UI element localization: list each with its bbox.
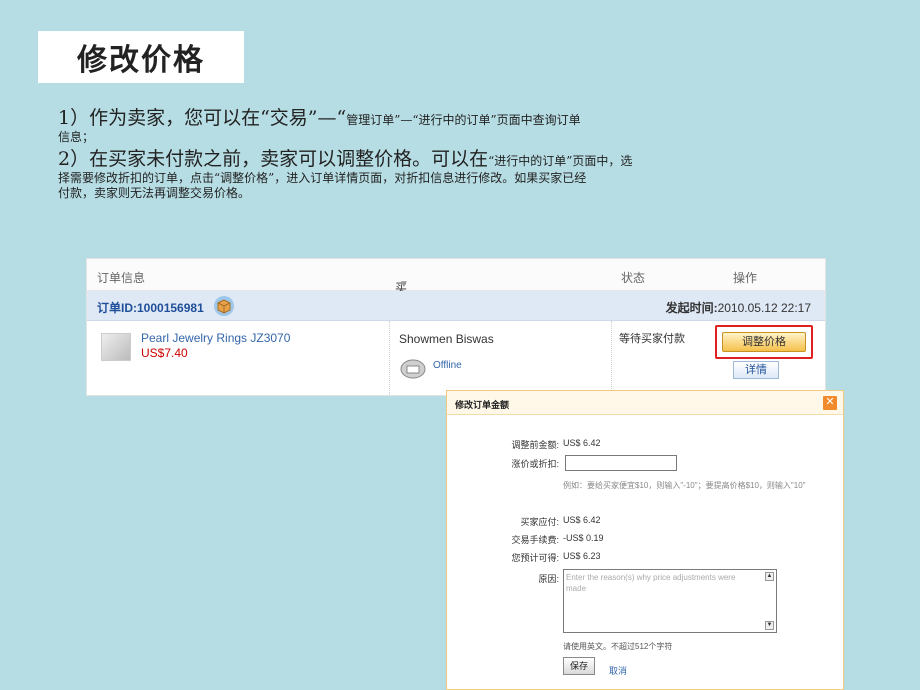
- paragraph-2: 2）在买家未付款之前，卖家可以调整价格。可以在“进行中的订单”页面中，选 择需要…: [58, 147, 878, 201]
- para1-main: 作为卖家，您可以在“交易”—“: [89, 107, 347, 129]
- divider: [389, 321, 390, 397]
- reason-textarea[interactable]: Enter the reason(s) why price adjustment…: [563, 569, 777, 633]
- cancel-link[interactable]: 取消: [609, 664, 627, 677]
- expected-value: US$ 6.23: [563, 551, 601, 561]
- order-id-label: 订单ID:: [97, 301, 137, 315]
- discount-input[interactable]: [565, 455, 677, 471]
- order-time: 发起时间:2010.05.12 22:17: [666, 299, 811, 316]
- product-name-link[interactable]: Pearl Jewelry Rings JZ3070: [141, 331, 290, 345]
- buyer-name: Showmen Biswas: [399, 332, 494, 346]
- para2-rest-2: 付款，卖家则无法再调整交易价格。: [58, 186, 251, 200]
- discount-example: 例如：要给买家便宜$10，则输入"-10"；要提高价格$10，则输入"10": [563, 481, 806, 490]
- product-price: US$7.40: [141, 346, 188, 360]
- table-header: 订单信息 买家▼ 状态 操作: [87, 259, 825, 312]
- fee-label: 交易手续费:: [511, 535, 559, 545]
- close-icon[interactable]: ✕: [823, 396, 837, 410]
- sort-caret-icon: ▼: [399, 279, 409, 290]
- slide-title: 修改价格: [77, 43, 205, 78]
- reason-placeholder: Enter the reason(s) why price adjustment…: [566, 573, 736, 593]
- para2-rest-1: 择需要修改折扣的订单，点击“调整价格”，进入订单详情页面，对折扣信息进行修改。如…: [58, 171, 587, 185]
- order-id: 订单ID:1000156981: [97, 299, 204, 316]
- slide-title-box: 修改价格: [38, 31, 244, 83]
- reason-label: 原因:: [538, 574, 559, 584]
- product-thumbnail[interactable]: [101, 333, 131, 361]
- order-time-label: 发起时间:: [665, 301, 718, 315]
- order-bar: 订单ID:1000156981 发起时间:2010.05.12 22:17: [87, 291, 825, 321]
- col-action: 操作: [733, 271, 758, 285]
- para1-number: 1）: [58, 107, 90, 129]
- scroll-down-icon[interactable]: ▼: [765, 621, 774, 630]
- paragraph-1: 1）作为卖家，您可以在“交易”—“管理订单”—“进行中的订单”页面中查询订单 信…: [58, 106, 878, 145]
- scroll-up-icon[interactable]: ▲: [765, 572, 774, 581]
- slide-intro: 1）作为卖家，您可以在“交易”—“管理订单”—“进行中的订单”页面中查询订单 信…: [58, 106, 878, 201]
- adjust-price-highlight: 调整价格: [715, 325, 813, 359]
- adjust-price-button[interactable]: 调整价格: [722, 332, 806, 352]
- order-id-value: 1000156981: [137, 301, 204, 315]
- chat-offline-icon[interactable]: [399, 357, 427, 382]
- para1-tail: 信息；: [58, 130, 95, 144]
- order-status: 等待买家付款: [619, 333, 685, 345]
- payable-value: US$ 6.42: [563, 515, 601, 525]
- expected-label: 您预计可得:: [511, 553, 559, 563]
- adjust-amount-dialog: 修改订单金额 ✕ 调整前金额: US$ 6.42 涨价或折扣: 例如：要给买家便…: [446, 390, 844, 690]
- save-button[interactable]: 保存: [563, 657, 595, 675]
- divider: [611, 321, 612, 397]
- discount-label: 涨价或折扣:: [511, 459, 559, 469]
- fee-value: -US$ 0.19: [563, 533, 604, 543]
- before-amount-label: 调整前金额:: [511, 440, 559, 450]
- dialog-title: 修改订单金额: [455, 400, 510, 410]
- buyer-online-status[interactable]: Offline: [433, 360, 462, 371]
- col-status: 状态: [621, 271, 646, 285]
- dialog-header: 修改订单金额 ✕: [447, 391, 843, 415]
- para2-small: “进行中的订单”页面中，选: [488, 154, 633, 168]
- detail-button[interactable]: 详情: [733, 361, 779, 379]
- order-table: 订单信息 买家▼ 状态 操作 订单ID:1000156981 发起时间:2010…: [86, 258, 826, 397]
- order-time-value: 2010.05.12 22:17: [717, 301, 811, 315]
- package-icon: [213, 295, 235, 320]
- col-order-info: 订单信息: [97, 271, 146, 285]
- para1-small: 管理订单”—“进行中的订单”页面中查询订单: [346, 113, 581, 127]
- reason-hint: 请使用英文。不超过512个字符: [563, 642, 673, 651]
- payable-label: 买家应付:: [520, 517, 559, 527]
- before-amount-value: US$ 6.42: [563, 438, 601, 448]
- para2-main: 2）在买家未付款之前，卖家可以调整价格。可以在: [58, 148, 489, 170]
